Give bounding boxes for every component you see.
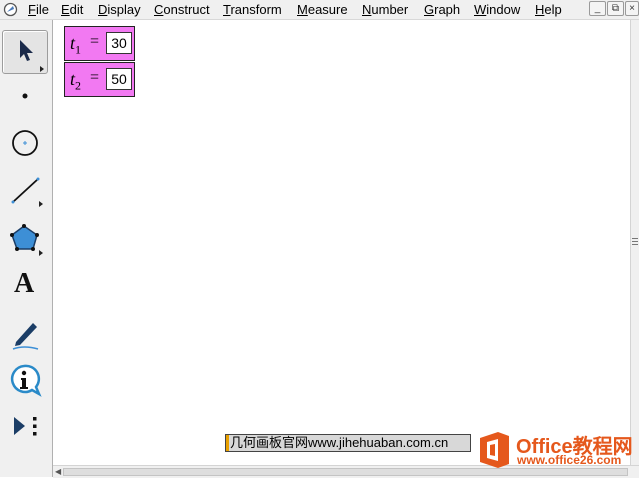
selection-arrow-icon	[20, 40, 44, 72]
custom-tool-icon	[14, 417, 37, 436]
menu-help[interactable]: Help	[535, 2, 562, 17]
polygon-tool[interactable]	[2, 216, 48, 260]
straightedge-icon	[11, 177, 43, 207]
website-watermark-banner: 几何画板官网www.jihehuaban.com.cn	[225, 434, 471, 452]
toolbox: A	[0, 20, 53, 477]
parameter-value-input[interactable]: 30	[106, 32, 132, 54]
close-button[interactable]: ×	[625, 1, 639, 16]
menu-edit[interactable]: Edit	[61, 2, 83, 17]
office-logo-watermark: Office教程网 www.office26.com	[476, 428, 634, 472]
sketch-canvas[interactable]: t1 = 30 t2 = 50	[53, 20, 630, 465]
scroll-left-arrow-icon[interactable]: ◀	[55, 467, 61, 476]
point-tool[interactable]	[2, 74, 48, 118]
parameter-label: t2	[70, 69, 82, 93]
menu-file[interactable]: File	[28, 2, 49, 17]
vertical-scrollbar[interactable]	[630, 20, 639, 465]
logo-url: www.office26.com	[517, 453, 622, 467]
custom-tool[interactable]	[2, 405, 48, 449]
equals-sign: =	[90, 33, 100, 50]
text-tool[interactable]: A	[2, 264, 48, 308]
menu-display[interactable]: Display	[98, 2, 141, 17]
splitter-grip	[632, 244, 638, 245]
menu-number[interactable]: Number	[362, 2, 408, 17]
marker-icon	[12, 323, 39, 350]
restore-button[interactable]: ⧉	[607, 1, 624, 16]
minimize-button[interactable]: _	[589, 1, 606, 16]
straightedge-tool[interactable]	[2, 168, 48, 212]
equals-sign: =	[90, 69, 100, 86]
splitter-grip	[632, 241, 638, 242]
menu-window[interactable]: Window	[474, 2, 520, 17]
information-icon	[10, 364, 42, 397]
sketchpad-app-icon[interactable]	[3, 2, 18, 17]
office-logo-icon	[480, 432, 509, 468]
parameter-value-input[interactable]: 50	[106, 68, 132, 90]
menu-measure[interactable]: Measure	[297, 2, 348, 17]
splitter-grip	[632, 238, 638, 239]
marker-tool[interactable]	[2, 311, 48, 355]
polygon-icon	[10, 224, 43, 256]
menu-graph[interactable]: Graph	[424, 2, 460, 17]
menu-transform[interactable]: Transform	[223, 2, 282, 17]
menu-bar: File Edit Display Construct Transform Me…	[0, 0, 639, 20]
point-icon	[22, 93, 28, 99]
information-tool[interactable]	[2, 358, 48, 402]
compass-tool[interactable]	[2, 121, 48, 165]
selection-arrow-tool[interactable]	[2, 30, 48, 74]
compass-icon	[12, 130, 38, 156]
menu-construct[interactable]: Construct	[154, 2, 210, 17]
parameter-t1[interactable]: t1 = 30	[64, 26, 135, 61]
parameter-t2[interactable]: t2 = 50	[64, 62, 135, 97]
parameter-label: t1	[70, 33, 82, 57]
text-tool-icon: A	[14, 268, 35, 299]
